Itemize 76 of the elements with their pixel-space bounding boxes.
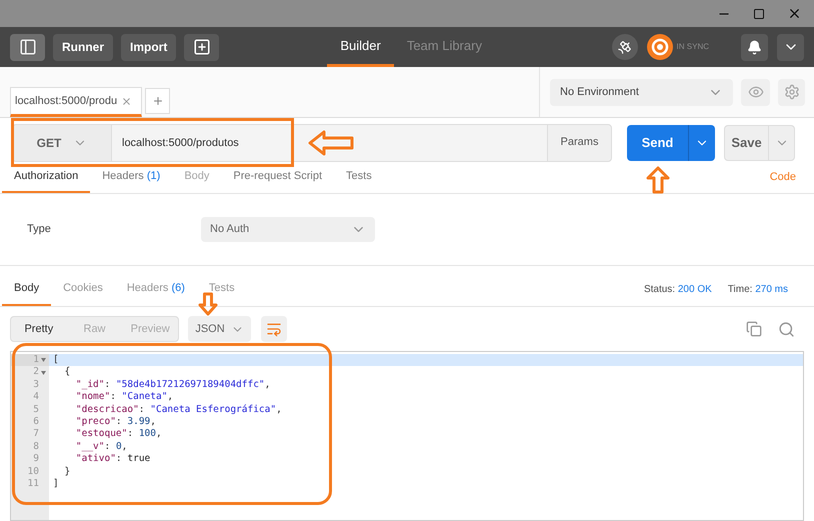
wrap-lines-icon [266,321,282,337]
line-number: 7 [33,428,39,441]
code-line: "nome": "Caneta", [74,391,174,404]
interceptor-button[interactable] [612,34,638,60]
notifications-button[interactable] [741,34,768,60]
request-tab[interactable]: localhost:5000/produ [10,87,142,117]
plus-icon [152,95,164,107]
save-button[interactable]: Save [725,126,768,160]
fold-caret-icon[interactable] [40,358,46,362]
maximize-icon[interactable] [753,8,765,20]
code-link[interactable]: Code [770,169,796,186]
settings-button[interactable] [778,78,805,106]
down-arrow-drawing [198,292,218,316]
response-tab[interactable]: Headers (6) [114,272,197,306]
line-number: 1 [33,354,39,366]
line-number: 3 [33,378,39,392]
line-number: 4 [33,391,39,404]
new-tab-button[interactable] [184,34,220,60]
sidebar-icon [18,38,36,56]
line-number: 9 [33,453,39,466]
header-tab[interactable]: Team Library [394,27,495,67]
environment-preview-button[interactable] [741,78,770,106]
menu-dropdown-button[interactable] [777,34,804,60]
request-option-tab[interactable]: Headers (1) [90,162,172,193]
view-mode-button[interactable]: Pretty [11,317,67,341]
fold-caret-icon[interactable] [40,370,46,375]
response-tab[interactable]: Tests [196,272,247,306]
search-icon[interactable] [778,320,795,338]
code-line: "_id": "58de4b17212697189404dffc", [74,378,272,392]
line-number: 8 [33,440,39,454]
sidebar-toggle-button[interactable] [10,34,45,60]
line-number: 5 [33,404,39,416]
environment-select[interactable]: No Environment [550,78,733,106]
close-icon[interactable] [121,96,132,106]
line-number: 11 [28,478,39,490]
satellite-icon [617,40,632,54]
eye-icon [748,84,764,100]
request-option-tab[interactable]: Authorization [2,162,90,193]
line-number: 2 [33,366,39,379]
status-text: Status: 200 OK [644,282,712,296]
response-tab[interactable]: Body [2,272,52,306]
sync-icon[interactable] [646,34,673,60]
url-input-field[interactable]: localhost:5000/produtos [112,124,547,162]
left-arrow-drawing [308,130,354,156]
code-line: "preco": 3.99, [74,416,157,428]
request-option-tab[interactable]: Tests [334,162,384,193]
settings-icon [784,84,800,100]
sync-status: IN SYNC [676,41,709,53]
request-option-tab[interactable]: Pre-request Script [221,162,334,193]
format-select[interactable]: JSON [188,316,251,342]
bell-icon [747,40,762,54]
request-tab-label: localhost:5000/produ [15,94,118,109]
line-number: 10 [28,466,39,478]
params-button[interactable]: Params [547,124,612,162]
wrap-lines-button[interactable] [261,316,287,342]
code-line: "descricao": "Caneta Esferográfica", [74,404,283,416]
close-icon[interactable] [787,6,802,21]
auth-type-label: Type [27,222,52,238]
response-tab[interactable]: Cookies [51,272,115,306]
code-line: } [63,466,72,478]
auth-type-select[interactable]: No Auth [201,217,375,242]
toolbar-button[interactable]: Runner [53,34,113,60]
copy-icon[interactable] [746,321,762,337]
time-text: Time: 270 ms [728,282,788,296]
code-line: "__v": 0, [74,440,128,454]
up-arrow-drawing [646,166,670,194]
new-window-icon [192,38,211,56]
method-select[interactable]: GET [12,124,112,162]
code-line: "ativo": true [74,453,152,466]
send-button[interactable]: Send [627,124,688,160]
code-line: { [63,366,72,379]
line-number: 6 [33,416,39,428]
add-tab-button[interactable] [145,88,170,114]
code-line: ] [52,478,60,490]
code-line: "estoque": 100, [74,428,163,441]
toolbar-button[interactable]: Import [121,34,176,60]
